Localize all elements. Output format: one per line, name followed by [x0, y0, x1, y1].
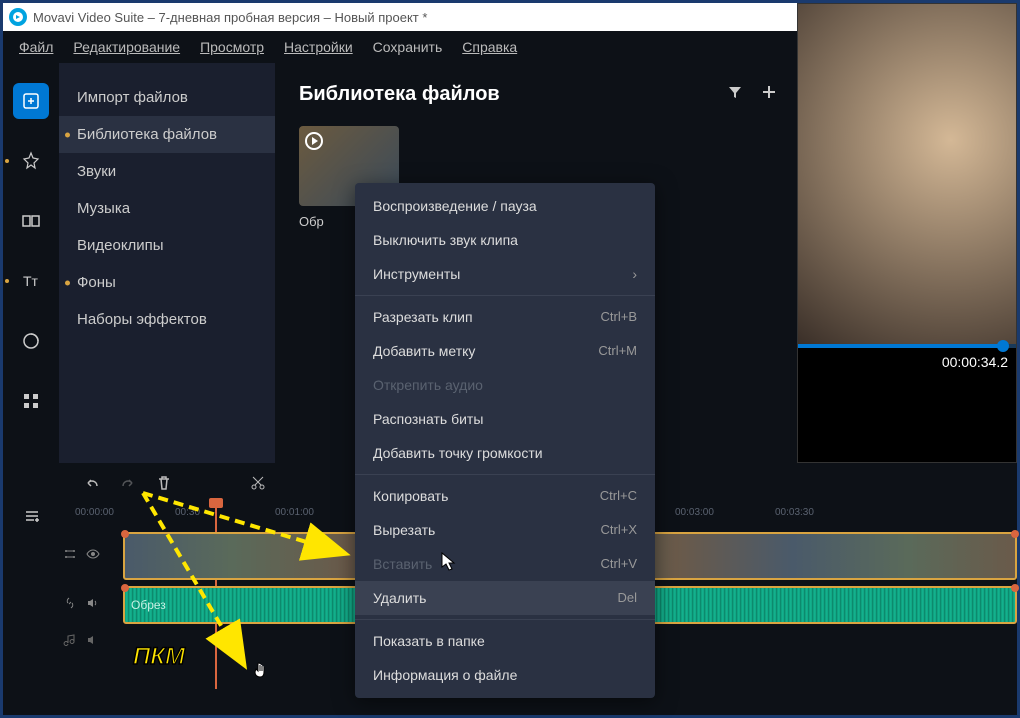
menu-help[interactable]: Справка [462, 39, 517, 55]
window-title: Movavi Video Suite – 7-дневная пробная в… [33, 10, 427, 25]
redo-icon[interactable] [119, 474, 137, 497]
speaker-icon[interactable] [85, 633, 99, 652]
audio-clip-label: Обрез [131, 598, 166, 612]
menu-view[interactable]: Просмотр [200, 39, 264, 55]
sidebar-item-library[interactable]: Библиотека файлов [59, 116, 275, 153]
ctx-copy[interactable]: КопироватьCtrl+C [355, 479, 655, 513]
menu-settings[interactable]: Настройки [284, 39, 353, 55]
ctx-separator [355, 619, 655, 620]
play-icon [305, 132, 323, 150]
menu-save[interactable]: Сохранить [373, 39, 443, 55]
svg-text:Tᴛ: Tᴛ [23, 273, 39, 289]
tool-transitions[interactable] [13, 203, 49, 239]
ctx-add-volume-point[interactable]: Добавить точку громкости [355, 436, 655, 470]
sidebar-item-effects[interactable]: Наборы эффектов [59, 301, 275, 338]
cursor-pointer-icon [441, 552, 457, 572]
preview-progress[interactable] [798, 344, 1016, 348]
chevron-right-icon: › [632, 266, 637, 282]
music-icon[interactable] [63, 633, 77, 652]
preview-time: 00:00:34.2 [798, 348, 1016, 376]
speaker-icon[interactable] [85, 596, 99, 615]
link-icon[interactable] [63, 596, 77, 615]
ctx-show-in-folder[interactable]: Показать в папке [355, 624, 655, 658]
ctx-paste: ВставитьCtrl+V [355, 547, 655, 581]
menu-file[interactable]: Файл [19, 39, 53, 55]
content-title: Библиотека файлов [299, 83, 500, 106]
add-track-icon[interactable] [23, 507, 41, 530]
ctx-detect-beats[interactable]: Распознать биты [355, 402, 655, 436]
track-settings-icon[interactable] [63, 547, 77, 566]
tool-filters[interactable] [13, 143, 49, 179]
ctx-mute-clip[interactable]: Выключить звук клипа [355, 223, 655, 257]
tool-import[interactable] [13, 83, 49, 119]
sidebar-item-videoclips[interactable]: Видеоклипы [59, 227, 275, 264]
ctx-separator [355, 295, 655, 296]
filter-icon[interactable] [727, 84, 743, 105]
ctx-play-pause[interactable]: Воспроизведение / пауза [355, 189, 655, 223]
ctx-file-info[interactable]: Информация о файле [355, 658, 655, 692]
preview-frame[interactable] [798, 4, 1016, 344]
ctx-detach-audio: Открепить аудио [355, 368, 655, 402]
menu-edit[interactable]: Редактирование [73, 39, 180, 55]
ruler-mark: 00:03:00 [675, 507, 775, 523]
sidebar-item-music[interactable]: Музыка [59, 190, 275, 227]
tool-titles[interactable]: Tᴛ [13, 263, 49, 299]
tool-stickers[interactable] [13, 323, 49, 359]
context-menu: Воспроизведение / пауза Выключить звук к… [355, 183, 655, 698]
sidebar-item-import[interactable]: Импорт файлов [59, 79, 275, 116]
ctx-split[interactable]: Разрезать клипCtrl+B [355, 300, 655, 334]
ctx-delete[interactable]: УдалитьDel [355, 581, 655, 615]
ctx-separator [355, 474, 655, 475]
ctx-add-marker[interactable]: Добавить меткуCtrl+M [355, 334, 655, 368]
sidebar-item-sounds[interactable]: Звуки [59, 153, 275, 190]
ruler-mark: 00:03:30 [775, 507, 875, 523]
ruler-mark: 00:00:00 [75, 507, 175, 523]
tool-more[interactable] [13, 383, 49, 419]
undo-icon[interactable] [83, 474, 101, 497]
add-icon[interactable] [761, 84, 777, 105]
cut-icon[interactable] [249, 474, 267, 497]
annotation-label: ПКМ [133, 643, 185, 671]
ctx-cut[interactable]: ВырезатьCtrl+X [355, 513, 655, 547]
preview-panel: 00:00:34.2 [797, 3, 1017, 463]
cursor-hand-icon [251, 661, 271, 683]
app-icon [9, 8, 27, 26]
eye-icon[interactable] [85, 546, 101, 567]
sidebar-item-backgrounds[interactable]: Фоны [59, 264, 275, 301]
ruler-mark: 00:30 [175, 507, 275, 523]
ctx-tools[interactable]: Инструменты› [355, 257, 655, 291]
delete-icon[interactable] [155, 474, 173, 497]
left-toolbar: Tᴛ [3, 63, 59, 463]
sidebar: Импорт файлов Библиотека файлов Звуки Му… [59, 63, 275, 463]
